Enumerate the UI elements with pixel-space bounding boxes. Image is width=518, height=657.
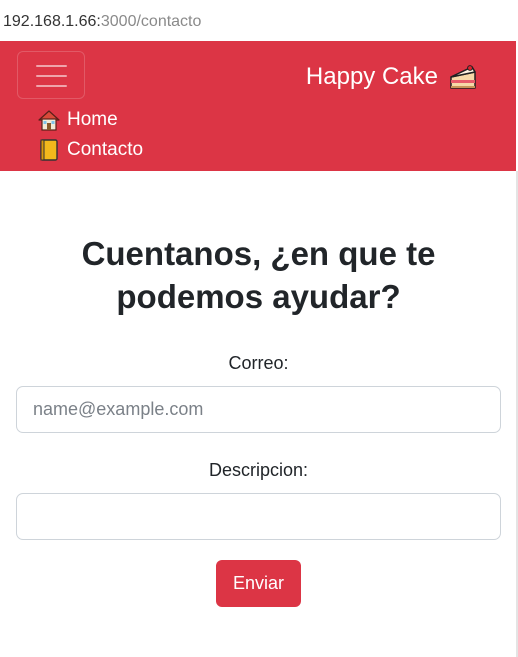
nav-item-contacto[interactable]: Contacto	[37, 135, 143, 165]
cake-icon	[450, 65, 476, 89]
navbar-links: Home Contacto	[37, 105, 143, 165]
nav-item-home[interactable]: Home	[37, 105, 143, 135]
page-title: Cuentanos, ¿en que te podemos ayudar?	[81, 235, 436, 315]
hamburger-icon	[36, 65, 67, 67]
email-field[interactable]	[16, 386, 501, 433]
hamburger-icon-line	[36, 75, 67, 77]
house-icon	[38, 110, 60, 131]
brand-label: Happy Cake	[305, 63, 438, 90]
url-host: 192.168.1.66:	[3, 13, 101, 30]
description-label: Descripcion:	[208, 460, 309, 480]
send-button[interactable]: Enviar	[216, 560, 301, 607]
navbar-brand[interactable]: Happy Cake	[306, 63, 478, 91]
navbar: Happy Cake Home Contacto	[0, 41, 516, 171]
nav-item-label: Home	[67, 109, 118, 130]
email-label: Correo:	[228, 353, 289, 373]
nav-item-label: Contacto	[67, 139, 144, 160]
description-field[interactable]	[16, 493, 501, 540]
hamburger-icon-line	[36, 85, 67, 87]
url-path: 3000/contacto	[100, 13, 202, 30]
notebook-icon	[40, 139, 58, 161]
navbar-toggle-button[interactable]	[17, 51, 85, 99]
address-bar[interactable]: 192.168.1.66:3000/contacto	[0, 0, 518, 41]
